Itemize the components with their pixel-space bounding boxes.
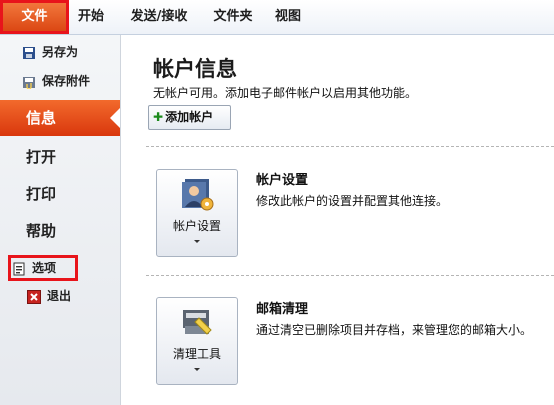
section-divider [146, 275, 554, 276]
account-settings-icon [179, 177, 215, 215]
backstage-tab-print[interactable]: 打印 [0, 176, 120, 212]
exit-icon [27, 289, 41, 304]
exit-command[interactable]: 退出 [27, 285, 71, 307]
tab-home[interactable]: 开始 [69, 0, 113, 34]
dropdown-arrow-icon [194, 240, 200, 243]
account-settings-description: 修改此帐户的设置并配置其他连接。 [256, 194, 449, 208]
options-icon [12, 261, 26, 275]
backstage-nav: 另存为 保存附件 信息 打开 打印 帮助 选项 退出 [0, 35, 121, 405]
save-attachments-command[interactable]: 保存附件 [22, 70, 90, 92]
add-account-button[interactable]: ✚ 添加帐户 [148, 105, 231, 130]
options-command[interactable]: 选项 [12, 257, 56, 279]
add-account-label: 添加帐户 [165, 110, 214, 124]
page-subtitle: 无帐户可用。添加电子邮件帐户以启用其他功能。 [153, 86, 418, 100]
cleanup-tools-button-label: 清理工具 [172, 347, 221, 361]
account-settings-title: 帐户设置 [256, 173, 309, 188]
save-as-command[interactable]: 另存为 [22, 41, 78, 63]
save-attachments-label: 保存附件 [42, 74, 91, 88]
account-info-panel: 帐户信息 无帐户可用。添加电子邮件帐户以启用其他功能。 ✚ 添加帐户 帐户设置 帐… [121, 35, 554, 405]
tab-file[interactable]: 文件 [0, 0, 69, 34]
backstage-tab-open[interactable]: 打开 [0, 139, 120, 175]
tab-folder[interactable]: 文件夹 [203, 0, 263, 34]
account-settings-button-label: 帐户设置 [172, 219, 221, 233]
backstage-tab-help[interactable]: 帮助 [0, 213, 120, 249]
account-settings-button[interactable]: 帐户设置 [156, 169, 238, 257]
ribbon-tab-bar: 文件 开始 发送/接收 文件夹 视图 [0, 0, 554, 35]
exit-label: 退出 [47, 289, 72, 303]
cleanup-tools-icon [179, 306, 215, 342]
mailbox-cleanup-description: 通过清空已删除项目并存档，来管理您的邮箱大小。 [256, 323, 533, 337]
cleanup-tools-button[interactable]: 清理工具 [156, 297, 238, 385]
save-as-label: 另存为 [42, 45, 79, 59]
save-as-icon [22, 45, 36, 59]
save-attachments-icon [22, 74, 36, 90]
tab-send-receive[interactable]: 发送/接收 [120, 0, 198, 34]
section-divider [146, 146, 554, 147]
backstage-tab-info[interactable]: 信息 [0, 100, 120, 136]
dropdown-arrow-icon [194, 368, 200, 371]
plus-icon: ✚ [153, 110, 164, 124]
tab-view[interactable]: 视图 [268, 0, 308, 34]
options-label: 选项 [32, 261, 57, 275]
page-title: 帐户信息 [153, 57, 237, 81]
mailbox-cleanup-title: 邮箱清理 [256, 302, 309, 317]
